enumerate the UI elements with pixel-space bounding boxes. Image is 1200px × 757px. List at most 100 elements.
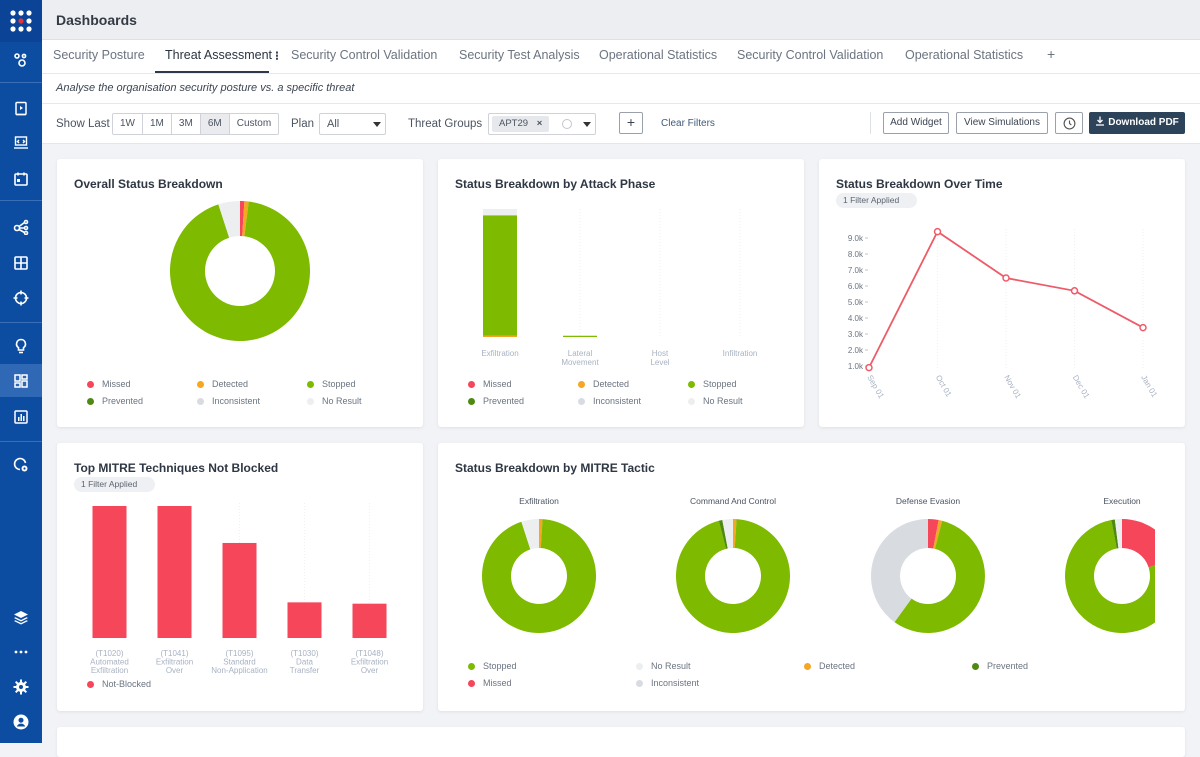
sidebar-item-nodes[interactable] xyxy=(0,45,42,75)
legend-prevented[interactable]: Prevented xyxy=(972,661,1028,671)
history-button[interactable] xyxy=(1055,112,1083,134)
line-point[interactable] xyxy=(933,227,942,236)
lightbulb-icon xyxy=(15,338,27,354)
legend-not-blocked[interactable]: Not-Blocked xyxy=(87,679,151,689)
legend-no-result[interactable]: No Result xyxy=(307,396,362,406)
legend-dot xyxy=(87,681,94,688)
threat-group-chip: APT29 × xyxy=(492,116,550,132)
y-tick-label: 6.0k xyxy=(848,282,864,291)
sidebar-item-layers[interactable] xyxy=(0,603,42,633)
sidebar-divider xyxy=(0,322,42,323)
legend-label: Prevented xyxy=(102,396,144,406)
line-point[interactable] xyxy=(1070,287,1079,295)
legend-prevented[interactable]: Prevented xyxy=(87,396,143,406)
chip-remove-icon[interactable]: × xyxy=(537,118,543,129)
legend-missed[interactable]: Missed xyxy=(87,379,131,389)
sidebar-item-settings[interactable] xyxy=(0,672,42,702)
sidebar-item-search-settings[interactable] xyxy=(0,450,42,480)
legend-dot xyxy=(468,680,475,687)
range-3m[interactable]: 3M xyxy=(172,114,201,134)
tab-security-posture[interactable]: Security Posture xyxy=(53,48,145,62)
clear-select-icon[interactable] xyxy=(562,119,572,129)
legend-dot xyxy=(468,663,475,670)
add-tab-button[interactable]: + xyxy=(1047,46,1055,62)
phase-bar-no_result[interactable] xyxy=(483,209,517,216)
legend-detected[interactable]: Detected xyxy=(804,661,855,671)
search-gear-icon xyxy=(13,457,28,472)
plan-label: Plan xyxy=(291,118,315,130)
legend-detected[interactable]: Detected xyxy=(578,379,629,389)
legend-dot xyxy=(87,381,94,388)
tactic-3-slice-missed[interactable] xyxy=(1122,519,1155,568)
line-point[interactable] xyxy=(865,363,873,372)
x-tick-label: Infiltration xyxy=(723,349,758,358)
legend-detected[interactable]: Detected xyxy=(197,379,248,389)
overall-status-card: Overall Status Breakdown Missed Detected S… xyxy=(57,159,423,427)
legend-missed[interactable]: Missed xyxy=(468,379,512,389)
attack-phase-card: Status Breakdown by Attack Phase Exfiltr… xyxy=(438,159,804,427)
range-custom[interactable]: Custom xyxy=(230,114,278,134)
legend-no-result[interactable]: No Result xyxy=(636,661,691,671)
clear-filters-link[interactable]: Clear Filters xyxy=(661,118,715,129)
sidebar-item-playbooks[interactable] xyxy=(0,94,42,124)
sidebar-item-code[interactable] xyxy=(0,128,42,158)
tab-threat-assessment[interactable]: Threat Assessment xyxy=(165,48,272,62)
y-tick-label: 8.0k xyxy=(848,250,864,259)
tab-security-test-analysis[interactable]: Security Test Analysis xyxy=(459,48,580,62)
not-blocked-bar[interactable] xyxy=(287,602,322,638)
sidebar-item-insights[interactable] xyxy=(0,331,42,361)
legend-no-result[interactable]: No Result xyxy=(688,396,743,406)
phase-bar-stopped[interactable] xyxy=(483,215,517,336)
sidebar-item-calendar[interactable] xyxy=(0,164,42,194)
range-6m[interactable]: 6M xyxy=(200,114,230,134)
tab-operational-statistics-2[interactable]: Operational Statistics xyxy=(905,48,1023,62)
not-blocked-bar[interactable] xyxy=(352,603,387,638)
tab-operational-statistics[interactable]: Operational Statistics xyxy=(599,48,717,62)
header: Dashboards xyxy=(42,0,1200,40)
tab-menu-icon[interactable]: ⁝ xyxy=(275,48,279,63)
tab-security-control-validation[interactable]: Security Control Validation xyxy=(291,48,437,62)
x-tick-label: Exfiltration xyxy=(91,666,128,675)
range-1m[interactable]: 1M xyxy=(143,114,172,134)
add-filter-button[interactable]: + xyxy=(619,112,643,134)
line-point[interactable] xyxy=(1002,274,1010,282)
threat-groups-select[interactable]: APT29 × xyxy=(488,113,596,135)
range-1w[interactable]: 1W xyxy=(113,114,143,134)
x-tick-label: Host xyxy=(652,349,669,358)
sidebar-item-grid[interactable] xyxy=(0,248,42,278)
legend-stopped[interactable]: Stopped xyxy=(307,379,356,389)
legend-inconsistent[interactable]: Inconsistent xyxy=(578,396,641,406)
sidebar-item-target[interactable] xyxy=(0,283,42,313)
sidebar-item-more[interactable] xyxy=(0,637,42,667)
legend-label: No Result xyxy=(651,661,691,671)
not-blocked-bar[interactable] xyxy=(222,542,257,638)
sidebar-item-share[interactable] xyxy=(0,212,42,242)
add-widget-button[interactable]: Add Widget xyxy=(883,112,949,134)
legend-inconsistent[interactable]: Inconsistent xyxy=(197,396,260,406)
sidebar-item-profile[interactable] xyxy=(0,707,42,737)
download-pdf-button[interactable]: Download PDF xyxy=(1089,112,1185,134)
sidebar-item-reports[interactable] xyxy=(0,402,42,432)
plan-select[interactable]: All xyxy=(319,113,386,135)
view-simulations-button[interactable]: View Simulations xyxy=(956,112,1048,134)
not-blocked-bar[interactable] xyxy=(157,506,192,638)
legend-stopped[interactable]: Stopped xyxy=(468,661,517,671)
tab-security-control-validation-2[interactable]: Security Control Validation xyxy=(737,48,883,62)
legend-missed[interactable]: Missed xyxy=(468,678,512,688)
legend-dot xyxy=(636,663,643,670)
line-point[interactable] xyxy=(1139,323,1147,332)
legend-inconsistent[interactable]: Inconsistent xyxy=(636,678,699,688)
legend-stopped[interactable]: Stopped xyxy=(688,379,737,389)
sidebar-item-dashboards[interactable] xyxy=(0,364,42,397)
tactic-label: Defense Evasion xyxy=(896,496,961,506)
not-blocked-bar[interactable] xyxy=(92,506,127,638)
legend-prevented[interactable]: Prevented xyxy=(468,396,524,406)
x-tick-label: Jan 01 xyxy=(1139,374,1159,400)
app-launcher-button[interactable] xyxy=(0,0,42,42)
phase-bar-stopped[interactable] xyxy=(563,335,597,337)
status-line xyxy=(868,230,1144,369)
y-tick-label: 7.0k xyxy=(848,266,864,275)
phase-bar-detected[interactable] xyxy=(483,335,517,337)
playbook-icon xyxy=(15,101,27,116)
grid-icon xyxy=(14,256,28,270)
